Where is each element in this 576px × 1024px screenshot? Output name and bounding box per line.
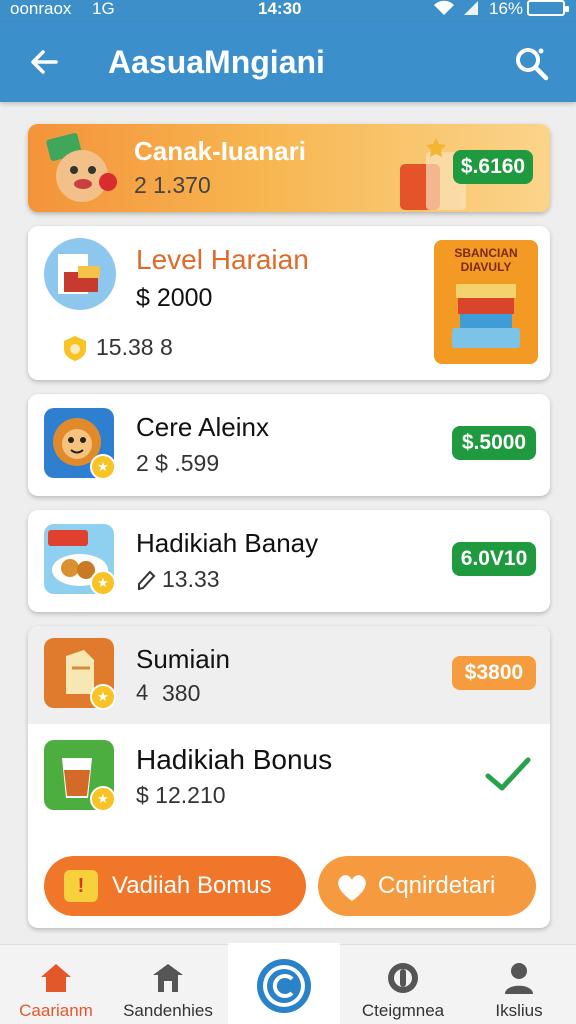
battery-label: 16% [489, 0, 524, 18]
signal-icon [462, 0, 480, 21]
gift-box-icon [44, 238, 116, 310]
banner-price-button[interactable]: $.6160 [453, 150, 533, 184]
promo-banner[interactable]: Canak-Iuanari 2 1.370 $.6160 [28, 124, 550, 212]
nav-item-home[interactable]: Caarianm [4, 945, 108, 1024]
edit-icon [136, 568, 156, 592]
shield-coin-icon [62, 334, 88, 362]
item-subtitle: 2 $ .599 [136, 450, 220, 476]
nav-label: Caarianm [19, 1001, 93, 1020]
item-subtitle: $ 12.210 [136, 782, 226, 808]
nav-item-shop[interactable]: Sandenhies [112, 945, 224, 1024]
item-price-button[interactable]: 6.0V10 [452, 542, 536, 576]
bonus-secondary-button[interactable]: Cqnirdetari [318, 856, 536, 916]
bonus-secondary-label: Cqnirdetari [378, 872, 496, 899]
battery-icon [527, 0, 569, 16]
status-bar: oonraox 1G 14:30 16% [0, 0, 576, 22]
nav-item-categories[interactable]: Cteigmnea [348, 945, 458, 1024]
bottom-navigation: Caarianm Sandenhies Cteigmnea Ikslius [0, 943, 576, 1024]
back-arrow-icon[interactable] [26, 44, 62, 80]
carrier-label: oonraox [10, 0, 72, 18]
item-price-button[interactable]: $.5000 [452, 426, 536, 460]
banner-subtitle: 2 1.370 [134, 172, 211, 198]
store-icon [153, 964, 183, 992]
center-action-icon [257, 959, 311, 1013]
product-box-image: SBANCIAN DIAVULY [434, 240, 538, 364]
bonus-primary-label: Vadiiah Bomus [112, 872, 272, 899]
coin-badge-icon: ★ [90, 454, 116, 480]
user-icon [505, 963, 533, 994]
featured-card[interactable]: Level Haraian $ 2000 15.38 8 SBANCIAN DI… [28, 226, 550, 380]
app-bar: AasuaMngiani [0, 22, 576, 102]
network-label: 1G [92, 0, 115, 18]
target-icon [388, 963, 418, 993]
list-item[interactable]: ★ Cere Aleinx 2 $ .599 $.5000 [28, 394, 550, 496]
item-subtitle: 13.33 [162, 566, 220, 592]
item-title: Hadikiah Bonus [136, 744, 333, 775]
item-price-button[interactable]: $3800 [452, 656, 536, 690]
featured-stat: 15.38 8 [96, 334, 173, 360]
bonus-primary-button[interactable]: ! Vadiiah Bomus [44, 856, 306, 916]
featured-price: $ 2000 [136, 284, 213, 312]
wifi-icon [433, 0, 455, 21]
bonus-card: ★ Sumiain 4 380 $3800 ★ Hadikiah Bonus $… [28, 626, 550, 928]
nav-label: Cteigmnea [361, 1001, 445, 1020]
checkmark-icon [484, 754, 532, 794]
coin-badge-icon: ★ [90, 684, 116, 710]
nav-label: Ikslius [495, 1001, 543, 1020]
page-title: AasuaMngiani [108, 44, 325, 80]
list-item[interactable]: ★ Hadikiah Bonus $ 12.210 [28, 724, 550, 840]
home-icon [41, 964, 71, 992]
bonus-flag-icon: ! [64, 870, 98, 902]
nav-center-tab[interactable] [228, 943, 340, 1024]
featured-title: Level Haraian [136, 244, 309, 275]
tag-icon: 4 [136, 680, 149, 705]
list-item[interactable]: ★ Hadikiah Banay 13.33 6.0V10 [28, 510, 550, 612]
coin-badge-icon: ★ [90, 570, 116, 596]
search-icon[interactable] [512, 44, 552, 84]
heart-icon [334, 868, 370, 904]
item-title: Cere Aleinx [136, 412, 269, 442]
coin-badge-icon: ★ [90, 786, 116, 812]
nav-item-profile[interactable]: Ikslius [466, 945, 572, 1024]
banner-title: Canak-Iuanari [134, 136, 306, 166]
item-title: Hadikiah Banay [136, 528, 319, 558]
item-subtitle: 380 [162, 680, 201, 706]
item-title: Sumiain [136, 644, 230, 674]
clock: 14:30 [258, 0, 302, 18]
nav-label: Sandenhies [123, 1001, 213, 1020]
list-item[interactable]: ★ Sumiain 4 380 $3800 [28, 626, 550, 724]
banner-mascot-icon [42, 130, 124, 206]
